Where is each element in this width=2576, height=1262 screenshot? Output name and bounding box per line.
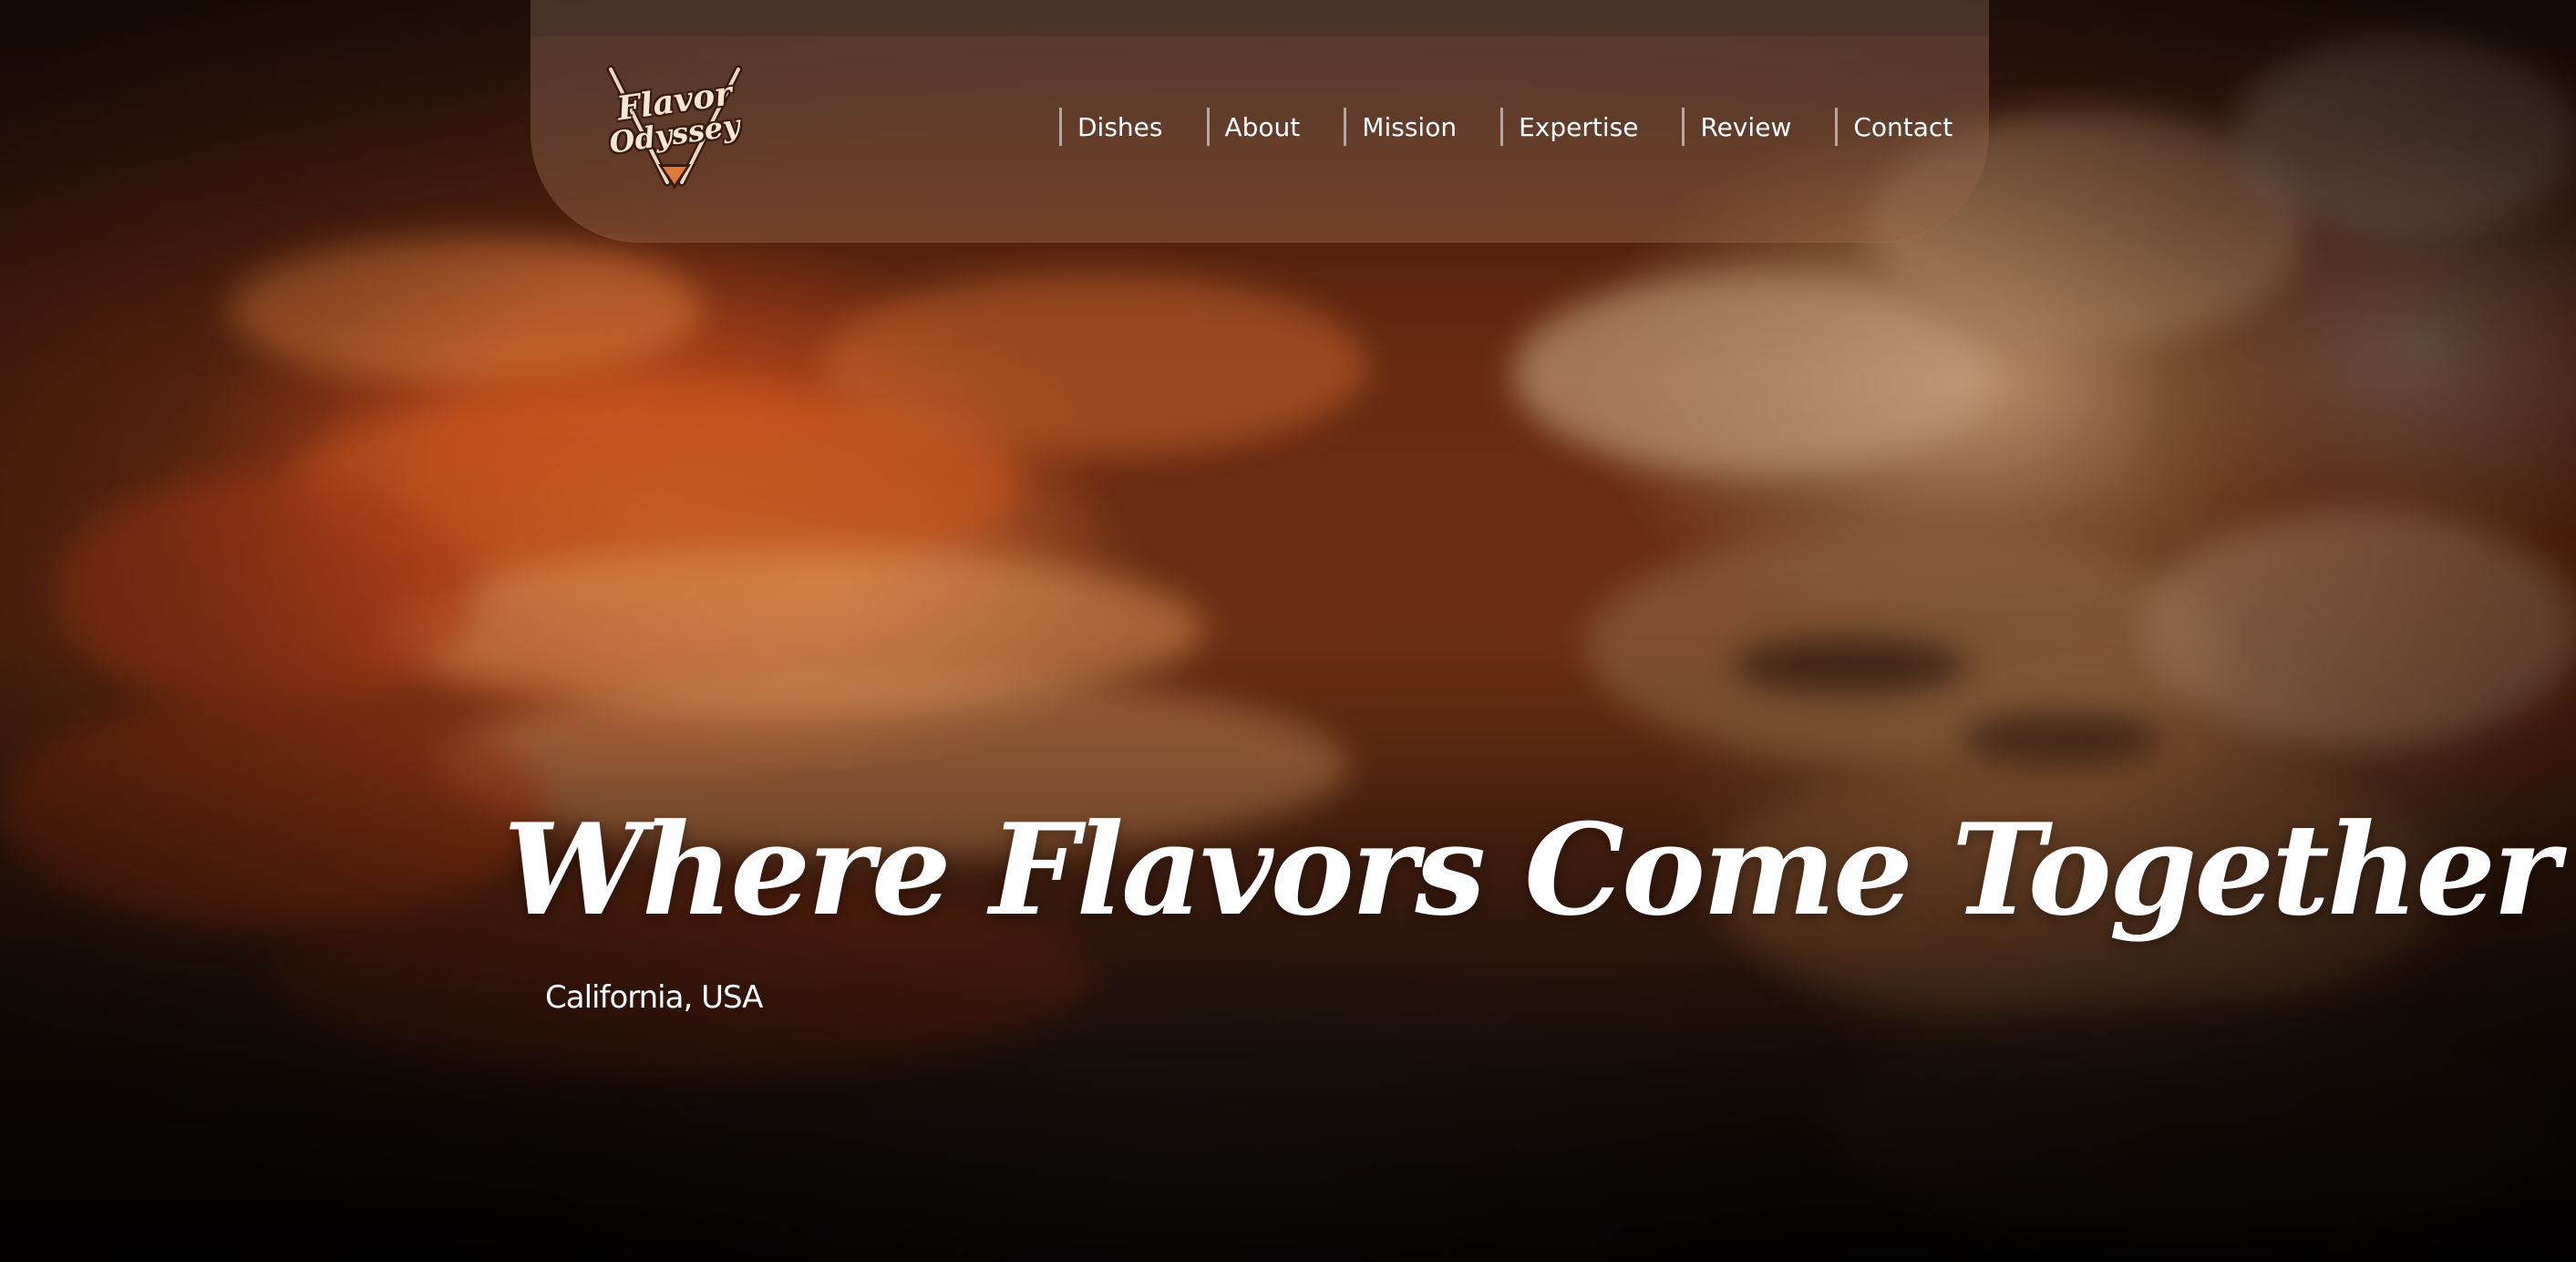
nav-link-mission[interactable]: Mission [1344,108,1457,146]
hero-location: California, USA [545,979,763,1016]
nav-link-review[interactable]: Review [1682,108,1791,146]
nav-link-about[interactable]: About [1206,108,1300,146]
nav-link-expertise[interactable]: Expertise [1500,108,1638,146]
nav-menu: Dishes About Mission Expertise Review Co… [1059,106,1953,148]
brand-logo[interactable]: Flavor Odyssey [602,57,747,193]
nav-link-dishes[interactable]: Dishes [1059,108,1163,146]
nav-link-contact[interactable]: Contact [1835,108,1953,146]
hero-headline: Where Flavors Come Together [503,795,2560,944]
